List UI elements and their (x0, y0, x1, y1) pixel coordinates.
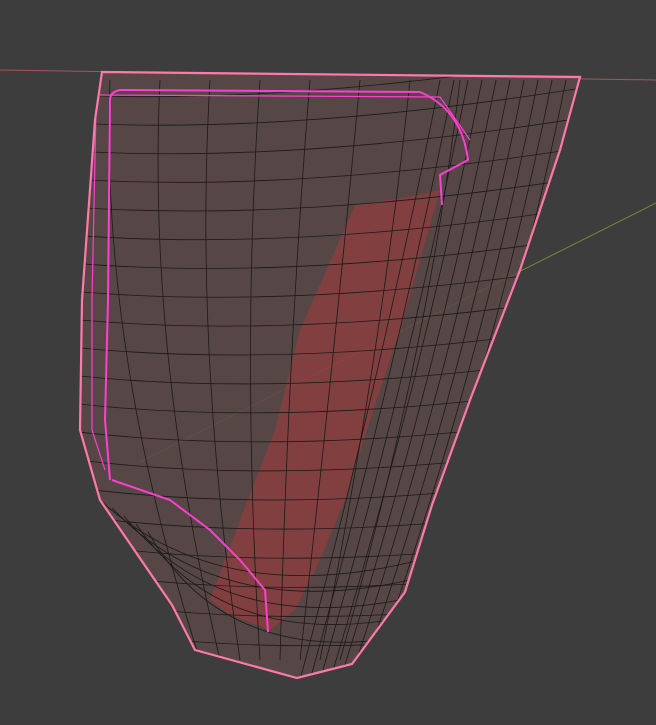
mesh-object[interactable] (70, 55, 600, 680)
3d-viewport[interactable] (0, 0, 656, 725)
